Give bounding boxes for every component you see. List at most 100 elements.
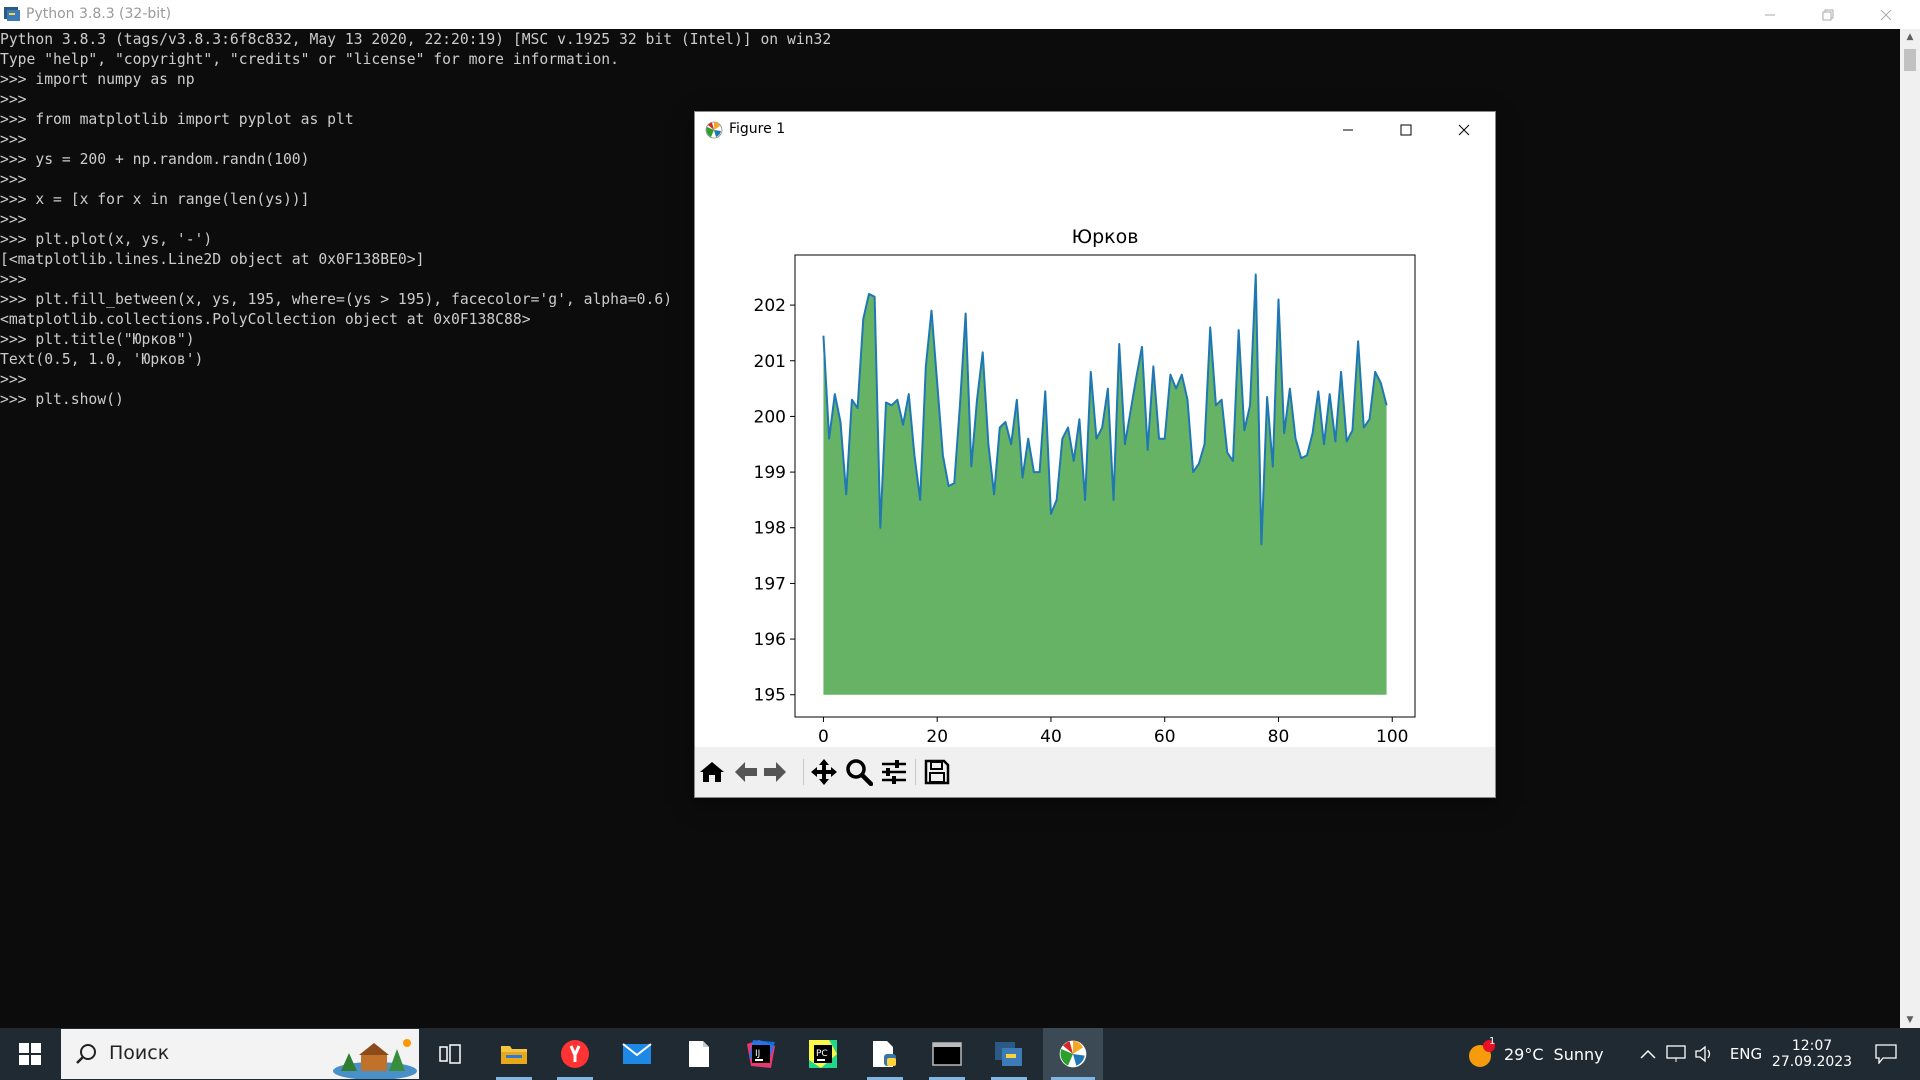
python-file-icon (873, 1041, 896, 1067)
configure-subplots-icon (882, 760, 906, 784)
svg-text:IJ: IJ (755, 1049, 760, 1059)
taskbar-matplotlib[interactable] (1043, 1028, 1103, 1080)
chart-title: Юрков (1072, 226, 1139, 248)
console-line: >>> plt.fill_between(x, ys, 195, where=(… (0, 291, 673, 308)
pan-button[interactable] (810, 758, 838, 786)
taskbar-terminal[interactable] (921, 1028, 973, 1080)
taskbar-file-explorer[interactable] (488, 1028, 540, 1080)
console-line: <matplotlib.collections.PolyCollection o… (0, 311, 531, 328)
taskbar: Поиск IJ PC 1 29°C Sunny ENG 12:07 27.09… (0, 1028, 1920, 1080)
taskbar-document[interactable] (673, 1028, 725, 1080)
language-indicator[interactable]: ENG (1726, 1028, 1766, 1080)
home-icon (700, 762, 724, 782)
taskbar-intellij-idea[interactable]: IJ (735, 1028, 787, 1080)
chart-canvas[interactable]: 195 196 197 198 199 200 201 202 0 20 40 60 80 100 Юр… (695, 147, 1495, 747)
console-line: >>> (0, 131, 27, 148)
taskbar-python-file[interactable] (859, 1028, 911, 1080)
search-placeholder: Поиск (109, 1042, 170, 1064)
console-line: Text(0.5, 1.0, 'Юрков') (0, 351, 204, 368)
notification-icon (1875, 1044, 1897, 1064)
figure-window-title: Figure 1 (729, 121, 786, 137)
console-line: >>> plt.show() (0, 391, 124, 408)
clock[interactable]: 12:07 27.09.2023 (1772, 1028, 1852, 1080)
weather-widget[interactable]: 1 29°C Sunny (1468, 1028, 1618, 1080)
pan-icon (811, 759, 837, 785)
python-icon (995, 1042, 1022, 1066)
restore-button[interactable] (1805, 0, 1851, 29)
console-window-title: Python 3.8.3 (32-bit) (26, 6, 172, 22)
weather-badge: 1 (1489, 1036, 1496, 1047)
y-tick-label: 200 (754, 407, 786, 427)
close-icon (1880, 9, 1892, 20)
y-tick-label: 198 (754, 519, 786, 539)
back-arrow-icon (735, 762, 757, 782)
y-tick-label: 195 (754, 686, 786, 706)
console-line: >>> import numpy as np (0, 71, 195, 88)
console-line: >>> (0, 91, 27, 108)
figure-window[interactable]: Figure 1 195 196 197 198 199 200 201 202 0 20 40 6… (695, 112, 1495, 797)
y-tick-label: 202 (754, 296, 786, 316)
svg-text:PC: PC (816, 1049, 828, 1059)
document-icon (689, 1041, 709, 1067)
console-line: >>> (0, 271, 27, 288)
notifications-button[interactable] (1862, 1028, 1910, 1080)
weather-temperature: 29°C (1504, 1044, 1544, 1064)
console-titlebar: Python 3.8.3 (32-bit) (0, 0, 1920, 30)
x-tick-label: 0 (818, 727, 829, 747)
save-icon (924, 759, 950, 785)
search-highlight-icon (333, 1039, 417, 1079)
y-tick-label: 199 (754, 463, 786, 483)
y-tick-label: 196 (754, 630, 786, 650)
task-view-button[interactable] (425, 1028, 475, 1080)
save-button[interactable] (923, 758, 951, 786)
tray-overflow-button[interactable] (1636, 1028, 1660, 1080)
back-button[interactable] (732, 758, 760, 786)
scroll-up-icon[interactable]: ▲ (1900, 29, 1920, 45)
home-button[interactable] (698, 758, 726, 786)
taskbar-python[interactable] (983, 1028, 1035, 1080)
python-console-icon (4, 7, 20, 21)
close-button[interactable] (1863, 0, 1909, 29)
tray-display-button[interactable] (1664, 1028, 1688, 1080)
taskbar-yandex-browser[interactable] (549, 1028, 601, 1080)
y-tick-label: 201 (754, 352, 786, 372)
clock-time: 12:07 (1791, 1038, 1833, 1054)
minimize-button[interactable] (1747, 0, 1793, 29)
minimize-icon (1343, 129, 1353, 130)
language-label: ENG (1729, 1045, 1763, 1063)
x-tick-label: 100 (1376, 727, 1408, 747)
zoom-icon (846, 759, 873, 786)
zoom-button[interactable] (845, 758, 873, 786)
scrollbar-thumb[interactable] (1904, 49, 1916, 71)
figure-maximize-button[interactable] (1377, 112, 1435, 147)
task-view-icon (439, 1044, 461, 1064)
taskbar-mail[interactable] (611, 1028, 663, 1080)
taskbar-pycharm[interactable]: PC (797, 1028, 849, 1080)
console-line: >>> x = [x for x in range(len(ys))] (0, 191, 310, 208)
clock-date: 27.09.2023 (1771, 1054, 1853, 1070)
tray-volume-button[interactable] (1692, 1028, 1716, 1080)
toolbar-separator (915, 759, 916, 785)
x-tick-label: 80 (1268, 727, 1290, 747)
taskbar-search[interactable]: Поиск (61, 1029, 419, 1079)
scroll-down-icon[interactable]: ▼ (1900, 1012, 1920, 1028)
figure-close-button[interactable] (1435, 112, 1493, 147)
y-tick-label: 197 (754, 574, 786, 594)
intellij-idea-icon: IJ (747, 1040, 775, 1068)
console-scrollbar[interactable]: ▲ ▼ (1900, 29, 1920, 1028)
x-tick-label: 20 (926, 727, 948, 747)
configure-subplots-button[interactable] (880, 758, 908, 786)
mail-icon (622, 1043, 652, 1064)
console-line: Type "help", "copyright", "credits" or "… (0, 51, 619, 68)
figure-titlebar[interactable]: Figure 1 (695, 112, 1495, 147)
display-icon (1666, 1045, 1686, 1062)
figure-minimize-button[interactable] (1319, 112, 1377, 147)
matplotlib-icon (705, 121, 723, 139)
windows-start-icon (19, 1043, 41, 1065)
search-icon (76, 1044, 96, 1064)
console-line: >>> ys = 200 + np.random.randn(100) (0, 151, 310, 168)
forward-button[interactable] (761, 758, 789, 786)
console-line: >>> (0, 371, 27, 388)
weather-condition: Sunny (1553, 1044, 1604, 1064)
start-button[interactable] (0, 1028, 60, 1080)
